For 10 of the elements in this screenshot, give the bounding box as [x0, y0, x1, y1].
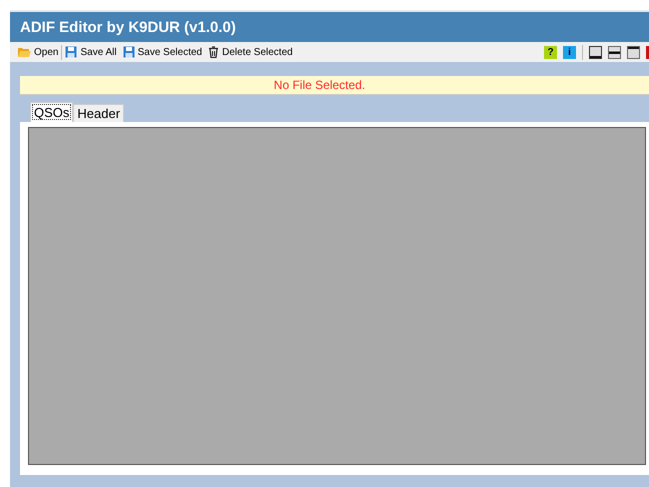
tab[interactable]: Header — [73, 104, 124, 122]
status-message: No File Selected. — [274, 78, 366, 92]
toolbar-button[interactable]: Save Selected — [120, 46, 206, 58]
info-button[interactable]: i — [563, 46, 576, 58]
toolbar-button[interactable]: Save All — [62, 46, 120, 58]
tab[interactable]: QSOs — [30, 102, 74, 122]
toolbar-button[interactable]: Delete Selected — [205, 46, 296, 58]
toolbar-button[interactable]: Open — [14, 46, 62, 58]
help-button[interactable]: ? — [544, 46, 557, 58]
window-title: ADIF Editor by K9DUR (v1.0.0) — [20, 18, 236, 36]
